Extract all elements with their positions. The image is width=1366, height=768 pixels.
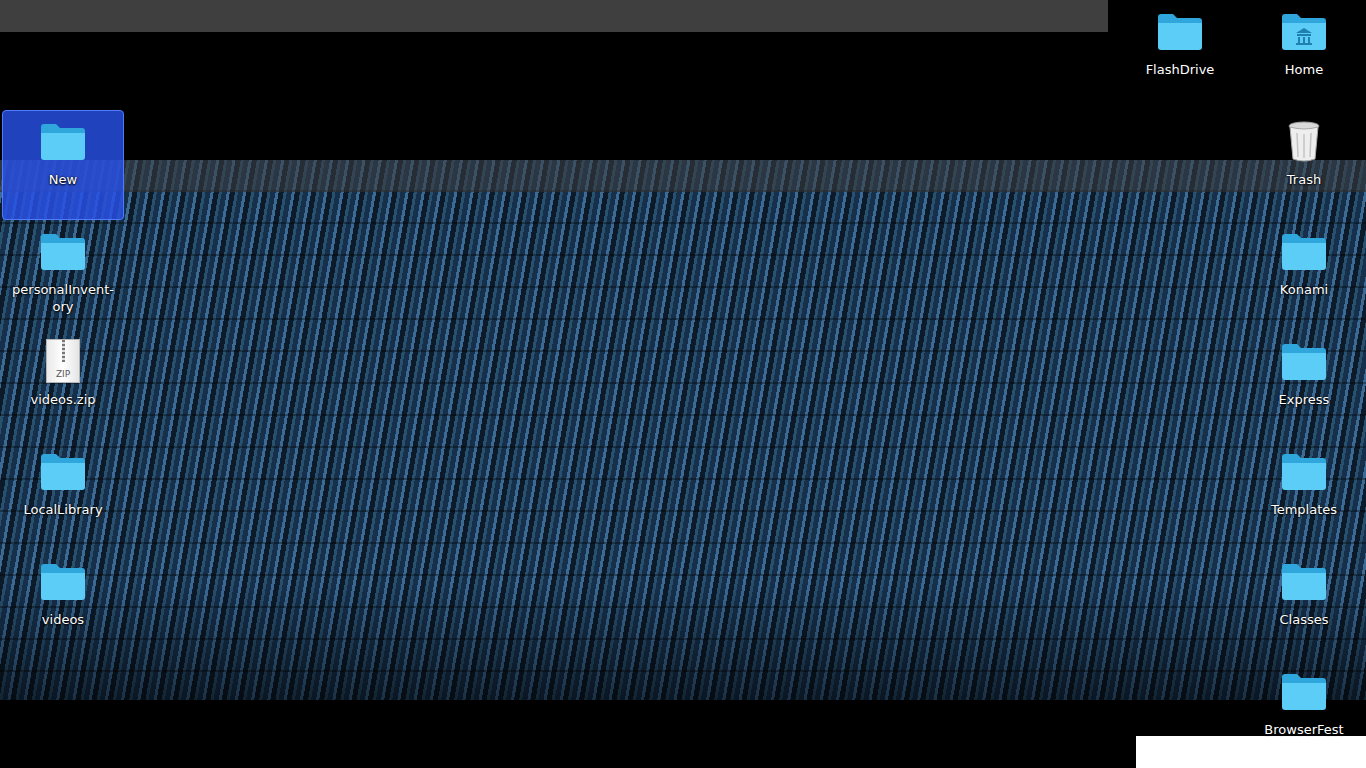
- label-line: BrowserFest: [1264, 721, 1343, 738]
- label-line: videos: [42, 611, 84, 628]
- zip-badge: ZIP: [56, 369, 70, 379]
- icon-box: [1280, 339, 1328, 383]
- zip-file-icon: ZIP: [46, 339, 80, 383]
- right-icon-column: Home Trash Konami Express Templates Classes Br…: [1243, 0, 1365, 768]
- folder-icon: [39, 561, 87, 601]
- icon-label: Templates: [1271, 501, 1337, 518]
- icon-box: [39, 449, 87, 493]
- icon-layer: New personalInvent-ory ZIP videos.zip LocalL…: [0, 0, 1366, 768]
- folder-icon: [1280, 671, 1328, 711]
- desktop-icon[interactable]: LocalLibrary: [2, 440, 124, 550]
- label-line: FlashDrive: [1146, 61, 1215, 78]
- icon-label: Express: [1279, 391, 1330, 408]
- desktop: New personalInvent-ory ZIP videos.zip LocalL…: [0, 0, 1366, 768]
- desktop-icon[interactable]: New: [2, 110, 124, 220]
- icon-box: ZIP: [39, 339, 87, 383]
- desktop-icon[interactable]: personalInvent-ory: [2, 220, 124, 330]
- top-bar: [0, 0, 1108, 32]
- icon-label: New: [49, 171, 77, 188]
- label-line: New: [49, 171, 77, 188]
- icon-label: FlashDrive: [1146, 61, 1215, 78]
- label-line: videos.zip: [30, 391, 95, 408]
- label-line: Express: [1279, 391, 1330, 408]
- folder-icon: [1156, 11, 1204, 51]
- second-icon-column: FlashDrive: [1119, 0, 1241, 768]
- icon-box: [1156, 9, 1204, 53]
- label-line: Classes: [1280, 611, 1329, 628]
- folder-icon: [39, 121, 87, 161]
- label-line: LocalLibrary: [23, 501, 102, 518]
- desktop-icon[interactable]: videos: [2, 550, 124, 660]
- folder-icon: [39, 231, 87, 271]
- folder-icon: [1280, 341, 1328, 381]
- icon-label: LocalLibrary: [23, 501, 102, 518]
- label-line: Home: [1285, 61, 1323, 78]
- icon-box: [39, 559, 87, 603]
- folder-icon: [1280, 451, 1328, 491]
- home-folder-icon: [1280, 11, 1328, 51]
- icon-box: [1280, 669, 1328, 713]
- icon-label: videos.zip: [30, 391, 95, 408]
- icon-box: [1280, 119, 1328, 163]
- left-icon-column: New personalInvent-ory ZIP videos.zip LocalL…: [2, 0, 124, 768]
- desktop-space: [124, 0, 1119, 768]
- trash-icon: [1284, 119, 1324, 163]
- icon-label: BrowserFest: [1264, 721, 1343, 738]
- icon-label: personalInvent-ory: [12, 281, 114, 315]
- folder-icon: [1280, 561, 1328, 601]
- desktop-icon[interactable]: Trash: [1243, 110, 1365, 220]
- icon-box: [39, 229, 87, 273]
- icon-box: [39, 119, 87, 163]
- label-line: Templates: [1271, 501, 1337, 518]
- desktop-icon[interactable]: Express: [1243, 330, 1365, 440]
- icon-label: Trash: [1287, 171, 1321, 188]
- label-line: Konami: [1280, 281, 1328, 298]
- icon-box: [1280, 449, 1328, 493]
- icon-label: Konami: [1280, 281, 1328, 298]
- icon-box: [1280, 559, 1328, 603]
- desktop-icon[interactable]: BrowserFest: [1243, 660, 1365, 768]
- icon-label: Home: [1285, 61, 1323, 78]
- folder-icon: [1280, 231, 1328, 271]
- desktop-icon[interactable]: Templates: [1243, 440, 1365, 550]
- desktop-icon[interactable]: FlashDrive: [1119, 0, 1241, 110]
- zipper-icon: [62, 340, 65, 362]
- icon-box: [1280, 9, 1328, 53]
- right-icon-columns: FlashDrive Home Trash Konami Express Template…: [1119, 0, 1366, 768]
- desktop-icon[interactable]: Classes: [1243, 550, 1365, 660]
- folder-icon: [39, 451, 87, 491]
- icon-box: [1280, 229, 1328, 273]
- icon-label: videos: [42, 611, 84, 628]
- label-line: ory: [12, 298, 114, 315]
- desktop-icon[interactable]: Konami: [1243, 220, 1365, 330]
- label-line: Trash: [1287, 171, 1321, 188]
- desktop-icon[interactable]: Home: [1243, 0, 1365, 110]
- label-line: personalInvent-: [12, 281, 114, 298]
- screen-artifact: [1136, 736, 1366, 768]
- wallpaper: [0, 160, 1366, 700]
- desktop-icon[interactable]: ZIP videos.zip: [2, 330, 124, 440]
- icon-label: Classes: [1280, 611, 1329, 628]
